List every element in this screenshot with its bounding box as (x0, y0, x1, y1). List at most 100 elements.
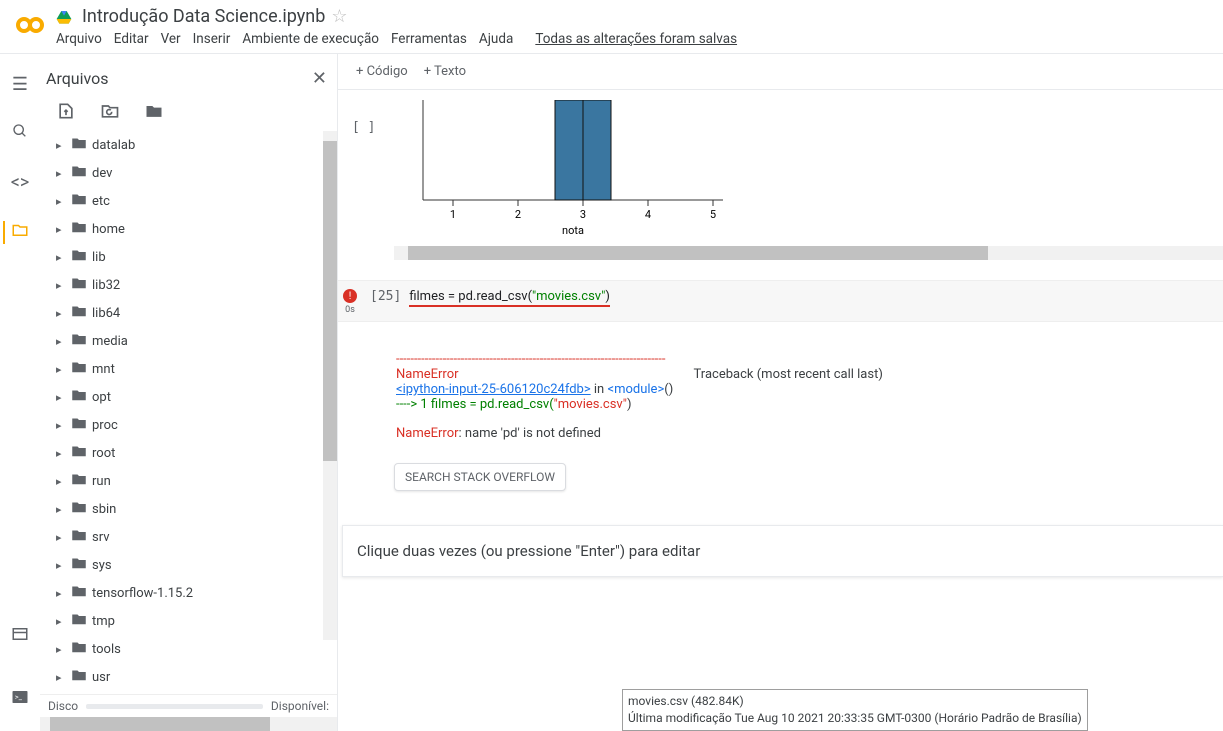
chevron-right-icon: ▸ (56, 447, 66, 460)
tree-item-proc[interactable]: ▸proc (44, 411, 337, 439)
tree-item-label: dev (92, 166, 112, 181)
notebook-title[interactable]: Introdução Data Science.ipynb (82, 6, 325, 27)
tree-item-media[interactable]: ▸media (44, 327, 337, 355)
tree-item-label: opt (92, 390, 111, 405)
folder-icon (70, 274, 88, 296)
search-stack-overflow-button[interactable]: SEARCH STACK OVERFLOW (394, 463, 566, 491)
file-tree-scrollbar[interactable] (323, 131, 337, 640)
tree-item-label: usr (92, 670, 110, 685)
chevron-right-icon: ▸ (56, 531, 66, 544)
file-tree[interactable]: ▸datalab▸dev▸etc▸home▸lib▸lib32▸lib64▸me… (40, 131, 337, 694)
tree-item-run[interactable]: ▸run (44, 467, 337, 495)
menu-arquivo[interactable]: Arquivo (56, 31, 102, 47)
toc-icon[interactable]: ☰ (12, 74, 28, 95)
code-cell-25[interactable]: ! 0s [25] filmes = pd.read_csv("movies.c… (338, 280, 1223, 322)
tree-item-label: srv (92, 530, 110, 545)
svg-text:1: 1 (450, 208, 456, 221)
folder-icon (70, 470, 88, 492)
tree-item-etc[interactable]: ▸etc (44, 187, 337, 215)
menu-ver[interactable]: Ver (161, 31, 181, 47)
tree-item-mnt[interactable]: ▸mnt (44, 355, 337, 383)
svg-text:nota: nota (563, 224, 585, 237)
tree-item-srv[interactable]: ▸ srv (44, 523, 337, 551)
add-code-button[interactable]: + Código (356, 64, 408, 79)
folder-icon (70, 162, 88, 184)
files-icon[interactable] (3, 221, 29, 244)
tree-item-lib32[interactable]: ▸lib32 (44, 271, 337, 299)
chevron-right-icon: ▸ (56, 167, 66, 180)
tree-item-sbin[interactable]: ▸sbin (44, 495, 337, 523)
refresh-icon[interactable] (100, 101, 120, 121)
tree-item-var[interactable]: ▸var (44, 691, 337, 694)
menu-ferramentas[interactable]: Ferramentas (391, 31, 467, 47)
chevron-right-icon: ▸ (56, 559, 66, 572)
search-icon[interactable] (12, 123, 28, 144)
folder-icon (70, 442, 88, 464)
menu-editar[interactable]: Editar (114, 31, 149, 47)
tree-item-tools[interactable]: ▸tools (44, 635, 337, 663)
tree-item-label: datalab (92, 138, 135, 153)
menu-inserir[interactable]: Inserir (193, 31, 231, 47)
variables-icon[interactable] (11, 625, 29, 648)
chevron-right-icon: ▸ (56, 615, 66, 628)
folder-icon (70, 330, 88, 352)
left-rail: ☰ <> >_ (0, 54, 40, 731)
menu-ambiente[interactable]: Ambiente de execução (242, 31, 379, 47)
folder-icon (70, 190, 88, 212)
tree-item-label: mnt (92, 362, 115, 377)
svg-text:4: 4 (645, 208, 651, 221)
chart-output: [ ] 1 2 3 4 5 nota (338, 90, 1223, 240)
folder-icon (70, 358, 88, 380)
snippets-icon[interactable]: <> (11, 172, 30, 193)
tree-item-lib[interactable]: ▸lib (44, 243, 337, 271)
empty-text-cell[interactable]: Clique duas vezes (ou pressione "Enter")… (342, 525, 1223, 577)
upload-icon[interactable] (56, 101, 76, 121)
disk-label: Disco (48, 699, 78, 713)
mount-drive-icon[interactable] (144, 101, 164, 121)
chevron-right-icon: ▸ (56, 671, 66, 684)
folder-icon (70, 554, 88, 576)
output-hscroll[interactable] (394, 246, 1223, 260)
chevron-right-icon: ▸ (56, 587, 66, 600)
sidebar-hscroll[interactable] (40, 717, 337, 731)
exec-time: 0s (345, 305, 355, 315)
tree-item-usr[interactable]: ▸ usr (44, 663, 337, 691)
close-icon[interactable]: ✕ (312, 68, 327, 89)
code-line[interactable]: filmes = pd.read_csv("movies.csv") (409, 285, 610, 307)
menu-ajuda[interactable]: Ajuda (479, 31, 513, 47)
tree-item-sys[interactable]: ▸sys (44, 551, 337, 579)
svg-text:3: 3 (580, 208, 586, 221)
folder-icon (70, 414, 88, 436)
tree-item-label: lib64 (92, 306, 120, 321)
notebook[interactable]: [ ] 1 2 3 4 5 nota (338, 90, 1223, 731)
traceback-link[interactable]: <ipython-input-25-606120c24fdb> (396, 382, 591, 397)
save-status[interactable]: Todas as alterações foram salvas (535, 31, 737, 47)
header: Introdução Data Science.ipynb ☆ Arquivo … (0, 0, 1223, 54)
disk-status: Disco Disponível: (40, 694, 337, 717)
main-area: + Código + Texto [ ] 1 2 3 4 5 (338, 54, 1223, 731)
empty-prompt: [ ] (352, 120, 375, 135)
tree-item-opt[interactable]: ▸opt (44, 383, 337, 411)
tree-item-tensorflow-1.15.2[interactable]: ▸ tensorflow-1.15.2 (44, 579, 337, 607)
tree-item-datalab[interactable]: ▸datalab (44, 131, 337, 159)
tree-item-dev[interactable]: ▸ dev (44, 159, 337, 187)
folder-icon (70, 638, 88, 660)
tree-item-home[interactable]: ▸ home (44, 215, 337, 243)
add-text-button[interactable]: + Texto (424, 64, 466, 79)
tree-item-label: run (92, 474, 111, 489)
chevron-right-icon: ▸ (56, 195, 66, 208)
tree-item-lib64[interactable]: ▸lib64 (44, 299, 337, 327)
star-icon[interactable]: ☆ (331, 6, 347, 27)
folder-icon (70, 610, 88, 632)
tree-item-label: tensorflow-1.15.2 (92, 586, 193, 601)
folder-icon (70, 526, 88, 548)
tree-item-tmp[interactable]: ▸tmp (44, 607, 337, 635)
terminal-icon[interactable]: >_ (11, 688, 29, 711)
error-indicator-icon[interactable]: ! (343, 289, 357, 303)
folder-icon (70, 582, 88, 604)
tree-item-label: home (92, 222, 125, 237)
tree-item-root[interactable]: ▸root (44, 439, 337, 467)
chart-svg: 1 2 3 4 5 nota (403, 100, 743, 240)
chevron-right-icon: ▸ (56, 279, 66, 292)
chevron-right-icon: ▸ (56, 223, 66, 236)
